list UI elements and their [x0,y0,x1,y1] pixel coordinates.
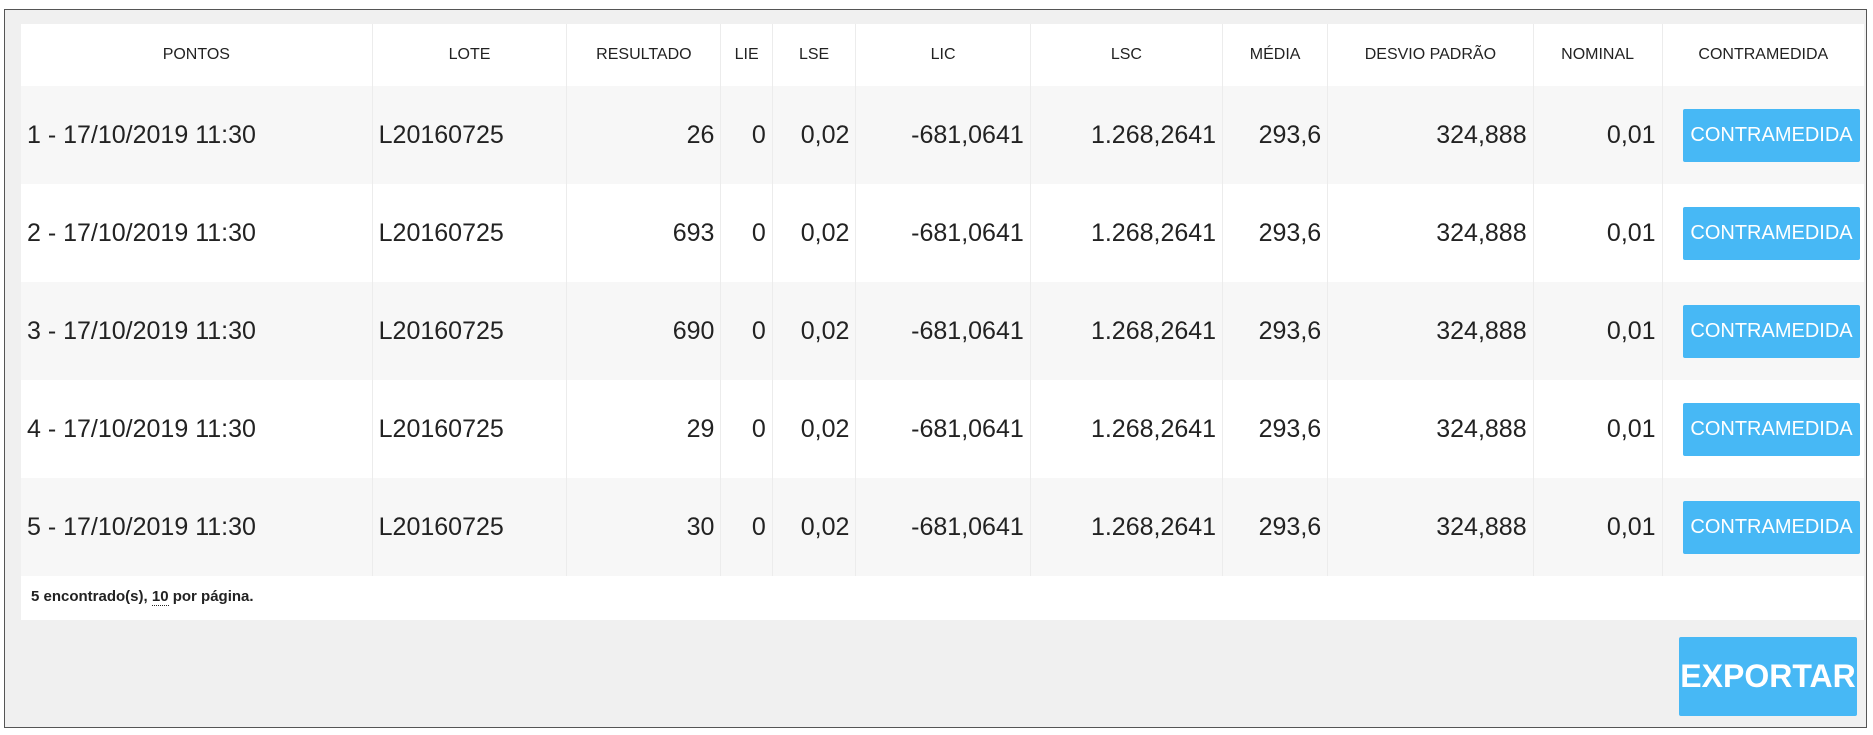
cell-pontos: 1 - 17/10/2019 11:30 [21,86,373,184]
cell-resultado: 26 [566,86,722,184]
cell-lic: -681,0641 [855,478,1031,576]
table-row: 4 - 17/10/2019 11:30 L20160725 29 0 0,02… [21,380,1864,478]
cell-desvio-padrao: 324,888 [1327,86,1534,184]
cell-lse: 0,02 [772,380,857,478]
cell-desvio-padrao: 324,888 [1327,380,1534,478]
cell-nominal: 0,01 [1533,282,1663,380]
table-row: 3 - 17/10/2019 11:30 L20160725 690 0 0,0… [21,282,1864,380]
cell-pontos: 2 - 17/10/2019 11:30 [21,184,373,282]
per-page-selector[interactable]: 10 [151,588,169,606]
export-button[interactable]: EXPORTAR [1679,637,1857,716]
cell-lie: 0 [720,86,773,184]
cell-pontos: 5 - 17/10/2019 11:30 [21,478,373,576]
cell-lsc: 1.268,2641 [1030,86,1224,184]
header-contramedida[interactable]: CONTRAMEDIDA [1662,24,1864,86]
cell-lote: L20160725 [372,478,568,576]
cell-media: 293,6 [1222,478,1329,576]
cell-lic: -681,0641 [855,380,1031,478]
contramedida-button[interactable]: CONTRAMEDIDA [1683,206,1860,260]
contramedida-button[interactable]: CONTRAMEDIDA [1683,304,1860,358]
cell-lote: L20160725 [372,86,568,184]
header-lie[interactable]: LIE [720,24,773,86]
table-row: 2 - 17/10/2019 11:30 L20160725 693 0 0,0… [21,184,1864,282]
pagination-summary: 5 encontrado(s), 10 por página. [21,576,1864,618]
cell-contramedida: CONTRAMEDIDA [1662,86,1864,184]
cell-desvio-padrao: 324,888 [1327,282,1534,380]
header-pontos[interactable]: PONTOS [21,24,373,86]
cell-desvio-padrao: 324,888 [1327,478,1534,576]
cell-lote: L20160725 [372,380,568,478]
cell-media: 293,6 [1222,282,1329,380]
cell-pontos: 4 - 17/10/2019 11:30 [21,380,373,478]
cell-nominal: 0,01 [1533,478,1663,576]
cell-resultado: 693 [566,184,722,282]
cell-lie: 0 [720,380,773,478]
results-table: PONTOS LOTE RESULTADO LIE LSE LIC LSC MÉ… [21,24,1864,576]
table-row: 5 - 17/10/2019 11:30 L20160725 30 0 0,02… [21,478,1864,576]
cell-nominal: 0,01 [1533,86,1663,184]
cell-pontos: 3 - 17/10/2019 11:30 [21,282,373,380]
results-table-container: PONTOS LOTE RESULTADO LIE LSE LIC LSC MÉ… [21,24,1864,620]
content-panel: PONTOS LOTE RESULTADO LIE LSE LIC LSC MÉ… [4,9,1867,728]
header-lse[interactable]: LSE [772,24,857,86]
cell-resultado: 30 [566,478,722,576]
cell-lse: 0,02 [772,184,857,282]
table-header-row: PONTOS LOTE RESULTADO LIE LSE LIC LSC MÉ… [21,24,1864,86]
header-lsc[interactable]: LSC [1030,24,1224,86]
header-media[interactable]: MÉDIA [1222,24,1329,86]
contramedida-button[interactable]: CONTRAMEDIDA [1683,500,1860,554]
found-count-text: 5 encontrado(s), [31,588,148,605]
cell-contramedida: CONTRAMEDIDA [1662,478,1864,576]
header-resultado[interactable]: RESULTADO [566,24,722,86]
cell-lse: 0,02 [772,282,857,380]
cell-lsc: 1.268,2641 [1030,282,1224,380]
header-desvio-padrao[interactable]: DESVIO PADRÃO [1327,24,1534,86]
cell-lsc: 1.268,2641 [1030,184,1224,282]
cell-lsc: 1.268,2641 [1030,380,1224,478]
cell-lie: 0 [720,184,773,282]
cell-contramedida: CONTRAMEDIDA [1662,380,1864,478]
cell-lote: L20160725 [372,184,568,282]
cell-nominal: 0,01 [1533,380,1663,478]
per-page-suffix: por página. [172,588,254,605]
cell-media: 293,6 [1222,184,1329,282]
cell-lic: -681,0641 [855,282,1031,380]
table-row: 1 - 17/10/2019 11:30 L20160725 26 0 0,02… [21,86,1864,184]
cell-media: 293,6 [1222,86,1329,184]
cell-lse: 0,02 [772,478,857,576]
cell-resultado: 690 [566,282,722,380]
cell-contramedida: CONTRAMEDIDA [1662,184,1864,282]
cell-lsc: 1.268,2641 [1030,478,1224,576]
cell-desvio-padrao: 324,888 [1327,184,1534,282]
header-nominal[interactable]: NOMINAL [1533,24,1663,86]
cell-lse: 0,02 [772,86,857,184]
cell-lote: L20160725 [372,282,568,380]
cell-lic: -681,0641 [855,184,1031,282]
cell-lie: 0 [720,478,773,576]
contramedida-button[interactable]: CONTRAMEDIDA [1683,402,1860,456]
cell-media: 293,6 [1222,380,1329,478]
header-lic[interactable]: LIC [855,24,1031,86]
cell-contramedida: CONTRAMEDIDA [1662,282,1864,380]
cell-lic: -681,0641 [855,86,1031,184]
header-lote[interactable]: LOTE [372,24,568,86]
cell-resultado: 29 [566,380,722,478]
contramedida-button[interactable]: CONTRAMEDIDA [1683,108,1860,162]
cell-lie: 0 [720,282,773,380]
cell-nominal: 0,01 [1533,184,1663,282]
